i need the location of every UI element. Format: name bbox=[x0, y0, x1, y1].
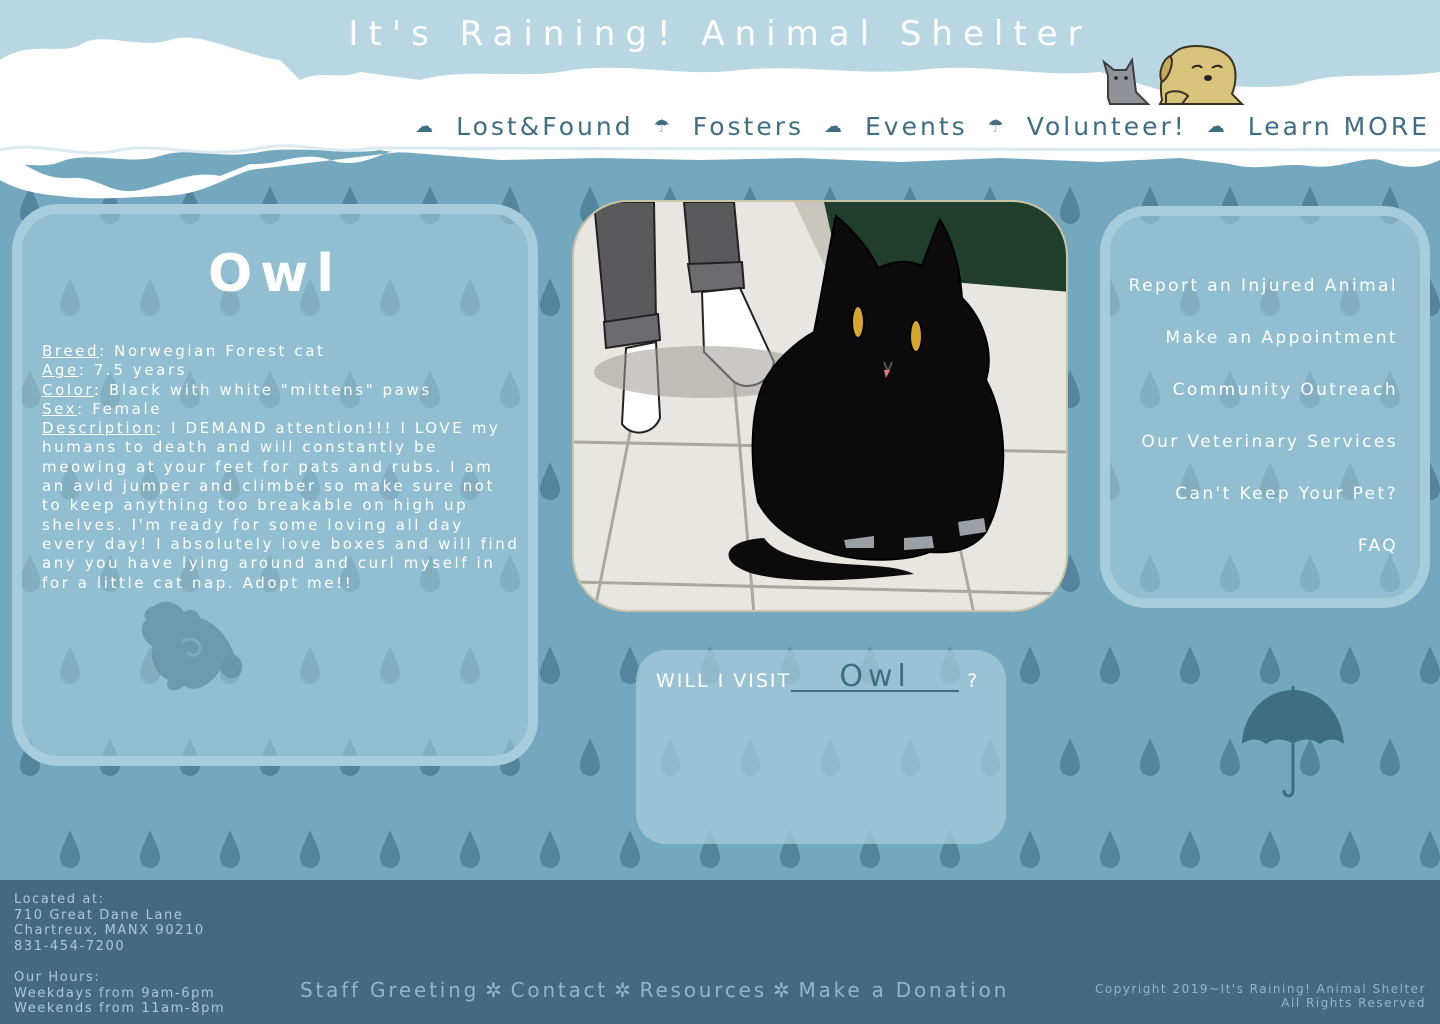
main-nav: ☁ Lost&Found ☂ Fosters ☁ Events ☂ Volunt… bbox=[360, 106, 1430, 146]
raindrop-icon bbox=[540, 646, 560, 684]
dog-mascot bbox=[1158, 45, 1245, 105]
raindrop-icon bbox=[460, 830, 480, 868]
raindrop-icon bbox=[1420, 646, 1440, 684]
sex-label: Sex bbox=[42, 399, 78, 418]
raindrop-icon bbox=[620, 830, 640, 868]
footer-hours: Our Hours: Weekdays from 9am-6pm Weekend… bbox=[14, 970, 225, 1017]
link-community-outreach[interactable]: Community Outreach bbox=[1129, 380, 1398, 432]
raindrop-icon bbox=[220, 830, 240, 868]
raindrop-icon bbox=[1020, 646, 1040, 684]
address-line-2: Chartreux, MANX 90210 bbox=[14, 923, 205, 938]
link-make-appointment[interactable]: Make an Appointment bbox=[1129, 328, 1398, 380]
age-row: Age: 7.5 years bbox=[42, 361, 188, 380]
breed-value: Norwegian Forest cat bbox=[114, 342, 326, 360]
description-row: Description: I DEMAND attention!!! I LOV… bbox=[42, 419, 520, 592]
raindrop-icon bbox=[1180, 646, 1200, 684]
raindrop-icon bbox=[1260, 830, 1280, 868]
raindrop-icon bbox=[1260, 646, 1280, 684]
link-cant-keep-pet[interactable]: Can't Keep Your Pet? bbox=[1129, 484, 1398, 536]
raindrop-icon bbox=[580, 738, 600, 776]
raindrop-icon bbox=[60, 830, 80, 868]
raindrop-icon bbox=[300, 830, 320, 868]
visit-question: WILL I VISIT Owl ? bbox=[656, 662, 996, 698]
raindrop-icon bbox=[1340, 646, 1360, 684]
raindrop-icon bbox=[1100, 830, 1120, 868]
nav-lost-found[interactable]: Lost&Found bbox=[456, 112, 633, 141]
pet-name: Owl bbox=[207, 244, 343, 304]
quick-links-panel: Report an Injured Animal Make an Appoint… bbox=[1100, 206, 1430, 608]
sex-value: Female bbox=[92, 399, 163, 418]
hours-label: Our Hours: bbox=[14, 970, 101, 985]
raindrop-icon bbox=[540, 278, 560, 316]
footer-link-make-donation[interactable]: Make a Donation bbox=[799, 978, 1010, 1002]
color-label: Color bbox=[42, 380, 94, 399]
phone-number: 831-454-7200 bbox=[14, 938, 126, 954]
raindrop-icon bbox=[540, 462, 560, 500]
raindrop-icon bbox=[1020, 830, 1040, 868]
description-value: I DEMAND attention!!! I LOVE my humans t… bbox=[42, 419, 520, 592]
cloud-icon: ☁ bbox=[824, 115, 845, 137]
raindrop-icon bbox=[380, 830, 400, 868]
nav-learn-more[interactable]: Learn MORE bbox=[1248, 112, 1430, 141]
description-label: Description bbox=[42, 419, 157, 438]
pet-photo bbox=[572, 200, 1068, 612]
visit-suffix: ? bbox=[967, 670, 980, 692]
umbrella-icon bbox=[1242, 686, 1344, 798]
copyright-line-2: All Rights Reserved bbox=[1281, 996, 1426, 1010]
sex-row: Sex: Female bbox=[42, 399, 163, 418]
gray-cat-mascot bbox=[1102, 57, 1151, 105]
raindrop-icon bbox=[1060, 738, 1080, 776]
footer-address: Located at: 710 Great Dane Lane Chartreu… bbox=[14, 892, 205, 954]
visit-panel[interactable]: WILL I VISIT Owl ? bbox=[636, 650, 1006, 844]
cloud-icon: ☁ bbox=[415, 115, 437, 137]
raindrop-icon bbox=[1100, 646, 1120, 684]
footer-link-contact[interactable]: Contact bbox=[511, 978, 608, 1002]
link-faq[interactable]: FAQ bbox=[1129, 536, 1398, 588]
footer: Located at: 710 Great Dane Lane Chartreu… bbox=[0, 880, 1440, 1024]
breed-label: Breed bbox=[42, 342, 100, 360]
umbrella-icon: ☂ bbox=[653, 115, 673, 137]
quick-links-list: Report an Injured Animal Make an Appoint… bbox=[1129, 276, 1398, 588]
visit-prefix: WILL I VISIT bbox=[656, 670, 792, 692]
raindrop-icon bbox=[1140, 738, 1160, 776]
age-label: Age bbox=[42, 361, 79, 380]
nav-fosters[interactable]: Fosters bbox=[693, 112, 804, 141]
nav-volunteer[interactable]: Volunteer! bbox=[1027, 112, 1187, 141]
age-value: 7.5 years bbox=[93, 361, 188, 380]
raindrop-icon bbox=[540, 830, 560, 868]
raindrop-icon bbox=[1380, 738, 1400, 776]
color-value: Black with white "mittens" paws bbox=[108, 380, 432, 399]
footer-nav: Staff Greeting ✲ Contact ✲ Resources ✲ Make a … bbox=[300, 978, 1070, 1002]
umbrella-icon: ☂ bbox=[987, 115, 1007, 137]
footer-link-resources[interactable]: Resources bbox=[640, 978, 767, 1002]
flower-icon: ✲ bbox=[614, 978, 634, 1002]
color-row: Color: Black with white "mittens" paws bbox=[42, 380, 432, 399]
cloud-icon: ☁ bbox=[1206, 115, 1228, 137]
address-label: Located at: bbox=[14, 892, 105, 907]
raindrop-icon bbox=[1340, 830, 1360, 868]
flower-icon: ✲ bbox=[772, 978, 793, 1002]
rolling-cat-icon bbox=[141, 601, 243, 691]
link-veterinary-services[interactable]: Our Veterinary Services bbox=[1129, 432, 1398, 484]
raindrop-icon bbox=[1220, 738, 1240, 776]
hours-weekends: Weekends from 11am-8pm bbox=[14, 1001, 226, 1016]
mascot-illustration bbox=[1102, 45, 1245, 105]
breed-row: Breed: Norwegian Forest cat bbox=[42, 342, 326, 360]
copyright-line-1: Copyright 2019~It's Raining! Animal Shel… bbox=[1094, 982, 1426, 996]
raindrop-icon bbox=[1180, 830, 1200, 868]
pet-info-panel: Owl Breed: Norwegian Forest cat Age: 7.5… bbox=[12, 204, 538, 766]
nav-events[interactable]: Events bbox=[865, 112, 968, 141]
address-line-1: 710 Great Dane Lane bbox=[14, 907, 184, 923]
link-report-injured-animal[interactable]: Report an Injured Animal bbox=[1129, 276, 1398, 328]
hours-weekdays: Weekdays from 9am-6pm bbox=[14, 985, 216, 1001]
visit-pet-name: Owl bbox=[791, 662, 960, 692]
pet-details: Breed: Norwegian Forest cat Age: 7.5 yea… bbox=[42, 342, 522, 593]
copyright: Copyright 2019~It's Raining! Animal Shel… bbox=[1095, 982, 1426, 1010]
footer-link-staff-greeting[interactable]: Staff Greeting bbox=[300, 978, 479, 1002]
raindrop-icon bbox=[1420, 830, 1440, 868]
flower-icon: ✲ bbox=[485, 978, 505, 1002]
raindrop-icon bbox=[140, 830, 160, 868]
